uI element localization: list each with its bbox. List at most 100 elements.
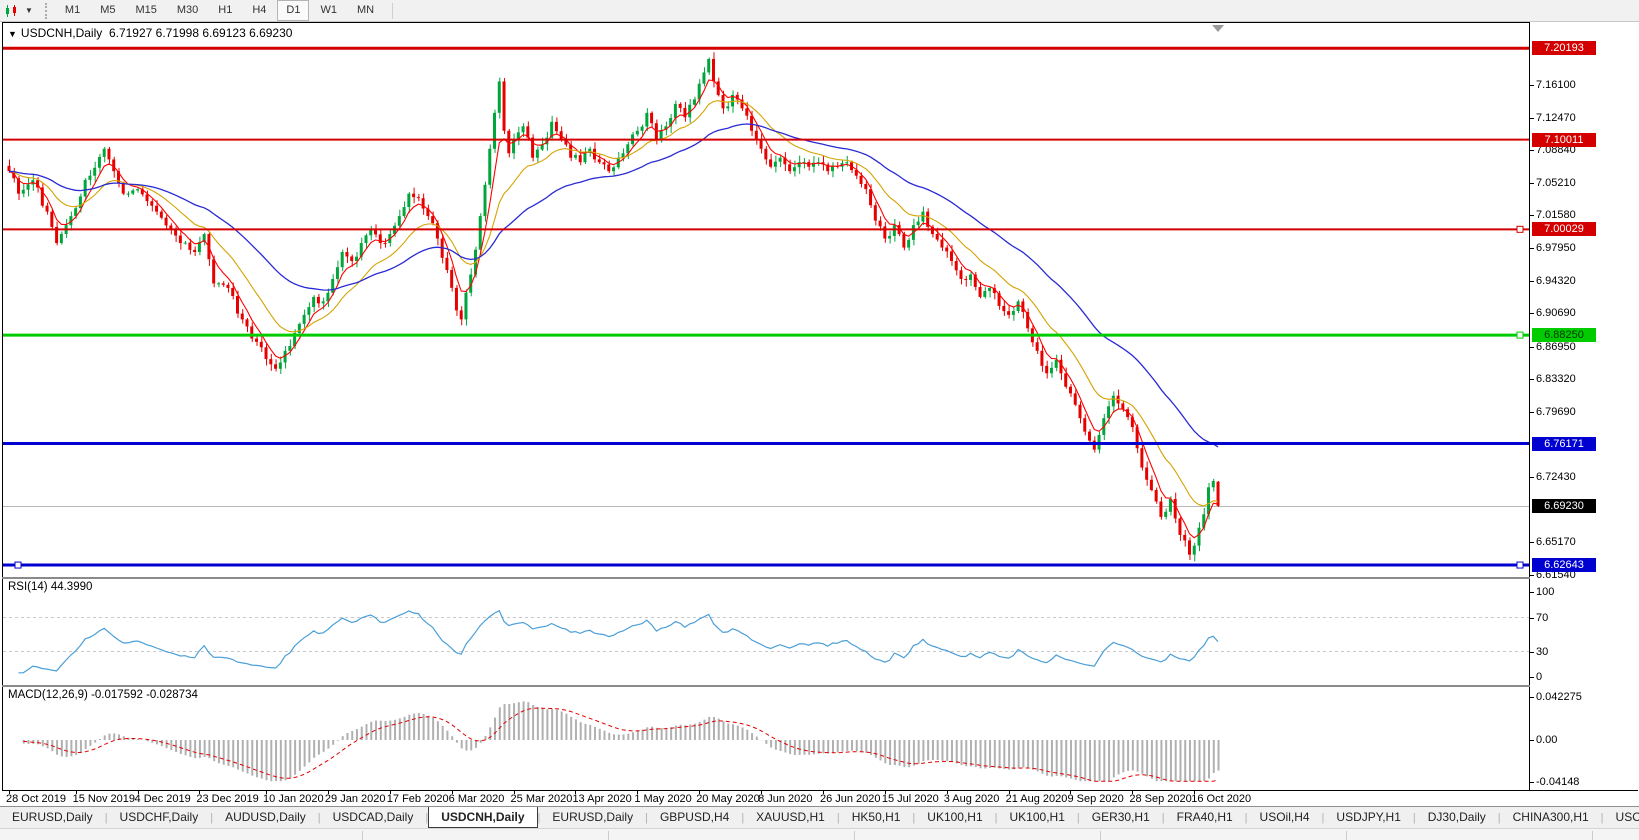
chart-tab-usdcad-daily[interactable]: USDCAD,Daily <box>321 807 426 828</box>
date-label: 6 Mar 2020 <box>449 793 505 805</box>
timeframe-button-m30[interactable]: M30 <box>168 0 207 21</box>
rsi-line <box>19 611 1219 673</box>
date-label: 15 Jul 2020 <box>882 793 939 805</box>
hline-handle-right[interactable] <box>1517 332 1523 338</box>
hline-handle-right[interactable] <box>1517 562 1523 568</box>
date-label: 25 Mar 2020 <box>511 793 573 805</box>
chart-tab-uk100-h1[interactable]: UK100,H1 <box>915 807 994 828</box>
status-bar-divider <box>1346 831 1347 840</box>
axis-tick-mark <box>1530 697 1534 698</box>
macd-histogram <box>24 701 1219 781</box>
chart-tab-eurusd-daily[interactable]: EURUSD,Daily <box>540 807 645 828</box>
ma-fast-line[interactable] <box>9 80 1218 538</box>
price-tick-label: 6.79690 <box>1536 405 1576 419</box>
date-label: 1 May 2020 <box>634 793 691 805</box>
chart-tab-china300-h1[interactable]: CHINA300,H1 <box>1501 807 1601 828</box>
macd-axis-label: 0.00 <box>1536 733 1557 747</box>
candlestick-chart-icon[interactable] <box>0 4 23 18</box>
axis-tick-mark <box>1530 782 1534 783</box>
chart-tab-ger30-h1[interactable]: GER30,H1 <box>1080 807 1162 828</box>
ma-slow-line[interactable] <box>9 124 1218 447</box>
status-bar-divider <box>362 831 363 840</box>
macd-panel-chart[interactable] <box>3 687 1529 790</box>
chart-title-caret-icon[interactable]: ▼ <box>8 29 17 39</box>
price-tick-label: 7.05210 <box>1536 176 1576 190</box>
date-label: 13 Apr 2020 <box>572 793 631 805</box>
chart-tab-dj30-daily[interactable]: DJ30,Daily <box>1416 807 1498 828</box>
date-label: 8 Jun 2020 <box>758 793 812 805</box>
date-label: 10 Jan 2020 <box>263 793 324 805</box>
chart-tab-usoil-h1[interactable]: USOil,H1 <box>1604 807 1639 828</box>
rsi-axis-label: 0 <box>1536 670 1542 684</box>
date-label: 26 Jun 2020 <box>820 793 881 805</box>
axis-tick-mark <box>1530 652 1534 653</box>
timeframe-button-h1[interactable]: H1 <box>209 0 241 21</box>
chart-tab-usdchf-daily[interactable]: USDCHF,Daily <box>108 807 211 828</box>
price-tick-label: 7.01580 <box>1536 208 1576 222</box>
timeframe-button-m5[interactable]: M5 <box>91 0 124 21</box>
ma-mid-line[interactable] <box>9 101 1218 506</box>
price-tick-label: 6.94320 <box>1536 274 1576 288</box>
main-price-chart[interactable] <box>3 23 1529 577</box>
chart-tab-uk100-h1[interactable]: UK100,H1 <box>998 807 1077 828</box>
chart-tab-eurusd-daily[interactable]: EURUSD,Daily <box>0 807 105 828</box>
macd-axis-label: 0.042275 <box>1536 690 1582 704</box>
axis-tick-mark <box>1530 248 1534 249</box>
chart-tab-hk50-h1[interactable]: HK50,H1 <box>840 807 913 828</box>
timeframe-button-m15[interactable]: M15 <box>126 0 165 21</box>
price-tick-label: 6.97950 <box>1536 241 1576 255</box>
status-bar-divider <box>1100 831 1101 840</box>
timeframe-button-h4[interactable]: H4 <box>243 0 275 21</box>
level-price-label-7.20193: 7.20193 <box>1532 41 1596 55</box>
status-bar <box>0 828 1639 840</box>
macd-indicator-label: MACD(12,26,9) -0.017592 -0.028734 <box>8 689 198 701</box>
level-price-label-6.88250: 6.88250 <box>1532 328 1596 342</box>
timeframe-button-mn[interactable]: MN <box>348 0 383 21</box>
axis-tick-mark <box>1530 183 1534 184</box>
axis-tick-mark <box>1530 215 1534 216</box>
hline-handle-left[interactable] <box>15 562 21 568</box>
rsi-axis-label: 70 <box>1536 611 1548 625</box>
date-label: 16 Oct 2020 <box>1191 793 1251 805</box>
toolbar-grip-handle[interactable] <box>45 3 49 19</box>
chart-tab-xauusd-h1[interactable]: XAUUSD,H1 <box>744 807 837 828</box>
date-label: 23 Dec 2019 <box>196 793 258 805</box>
chart-tab-fra40-h1[interactable]: FRA40,H1 <box>1165 807 1245 828</box>
rsi-axis-label: 100 <box>1536 585 1554 599</box>
timeframe-button-w1[interactable]: W1 <box>311 0 346 21</box>
price-axis[interactable]: 7.161007.124707.088407.052107.015806.979… <box>1530 22 1639 790</box>
chevron-down-icon[interactable]: ▼ <box>23 6 39 15</box>
chart-tab-usdcnh-daily[interactable]: USDCNH,Daily <box>428 807 537 828</box>
price-tick-label: 6.90690 <box>1536 306 1576 320</box>
axis-tick-mark <box>1530 477 1534 478</box>
date-label: 15 Nov 2019 <box>73 793 135 805</box>
timeframe-button-m1[interactable]: M1 <box>56 0 89 21</box>
hline-handle-right[interactable] <box>1517 226 1523 232</box>
chart-tab-usoil-h4[interactable]: USOil,H4 <box>1248 807 1322 828</box>
rsi-indicator-label: RSI(14) 44.3990 <box>8 581 92 593</box>
chart-shift-marker[interactable] <box>1212 25 1224 32</box>
chart-title: ▼USDCNH,Daily 6.71927 6.71998 6.69123 6.… <box>8 26 292 40</box>
chart-tab-audusd-daily[interactable]: AUDUSD,Daily <box>213 807 318 828</box>
axis-tick-mark <box>1530 150 1534 151</box>
level-price-label-7.00029: 7.00029 <box>1532 222 1596 236</box>
price-tick-label: 6.65170 <box>1536 535 1576 549</box>
chart-tab-gbpusd-h4[interactable]: GBPUSD,H4 <box>648 807 741 828</box>
date-label: 3 Aug 2020 <box>944 793 1000 805</box>
price-tick-label: 7.12470 <box>1536 111 1576 125</box>
chart-tab-usdjpy-h1[interactable]: USDJPY,H1 <box>1324 807 1412 828</box>
axis-tick-mark <box>1530 542 1534 543</box>
axis-tick-mark <box>1530 281 1534 282</box>
price-tick-label: 6.72430 <box>1536 470 1576 484</box>
candlesticks <box>8 52 1220 561</box>
timeframe-button-d1[interactable]: D1 <box>277 0 309 21</box>
axis-tick-mark <box>1530 677 1534 678</box>
status-bar-divider <box>1592 831 1593 840</box>
date-axis[interactable]: 28 Oct 201915 Nov 20194 Dec 201923 Dec 2… <box>3 791 1530 806</box>
rsi-panel-chart[interactable] <box>3 579 1529 685</box>
chart-ohlc-values: 6.71927 6.71998 6.69123 6.69230 <box>109 26 293 40</box>
status-bar-divider <box>854 831 855 840</box>
axis-tick-mark <box>1530 575 1534 576</box>
status-bar-divider <box>608 831 609 840</box>
current-price-label: 6.69230 <box>1532 499 1596 513</box>
